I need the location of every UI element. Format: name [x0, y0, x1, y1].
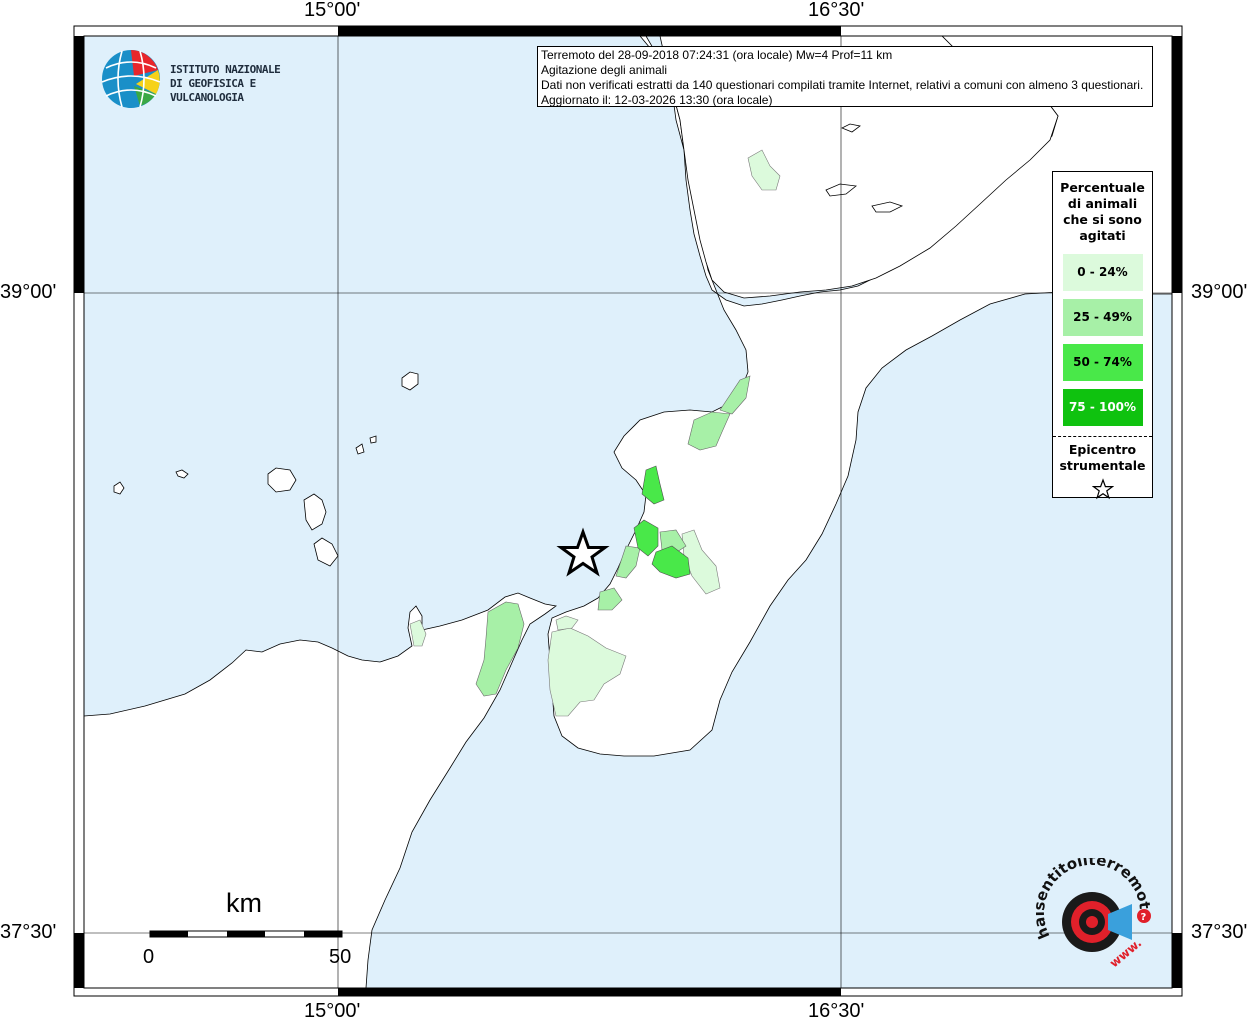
hsit-target-icon: haisentitoilterremoto.it ? www.: [1030, 844, 1154, 970]
epicenter-star-icon: [1091, 478, 1114, 500]
lon-label-top-right: 16°30': [808, 0, 865, 21]
legend-item-0-24: 0 - 24%: [1062, 254, 1143, 291]
scale-unit: km: [226, 888, 262, 918]
logo-line2: DI GEOFISICA E VULCANOLOGIA: [170, 77, 256, 104]
lat-label-left-top: 39°00': [0, 281, 57, 303]
ingv-logo: ISTITUTO NAZIONALE DI GEOFISICA E VULCAN…: [100, 48, 320, 110]
lat-label-right-top: 39°00': [1191, 281, 1248, 303]
hsit-logo: haisentitoilterremoto.it ? www.: [1030, 844, 1158, 980]
ingv-globe-icon: [101, 50, 161, 108]
lat-label-left-bottom: 37°30': [0, 921, 57, 943]
info-event: Terremoto del 28-09-2018 07:24:31 (ora l…: [541, 48, 893, 62]
svg-text:?: ?: [1141, 912, 1147, 923]
info-box: Terremoto del 28-09-2018 07:24:31 (ora l…: [537, 46, 1153, 107]
scale-end-label: 50: [329, 946, 352, 968]
scale-start-label: 0: [143, 946, 155, 968]
info-note: Dati non verificati estratti da 140 ques…: [541, 78, 1144, 92]
legend-item-50-74: 50 - 74%: [1062, 344, 1143, 381]
lon-label-bottom-right: 16°30': [808, 1000, 865, 1022]
legend-divider: [1053, 436, 1152, 437]
lat-label-right-bottom: 37°30': [1191, 921, 1248, 943]
legend-title: Percentuale di animali che si sono agita…: [1060, 180, 1145, 243]
legend: Percentuale di animali che si sono agita…: [1052, 171, 1153, 500]
lon-label-bottom-left: 15°00': [304, 1000, 361, 1022]
legend-item-25-49: 25 - 49%: [1062, 299, 1143, 336]
info-subject: Agitazione degli animali: [541, 63, 668, 77]
scale-bar: [149, 930, 343, 938]
legend-epicenter-label: Epicentro strumentale: [1059, 442, 1146, 473]
info-updated: Aggiornato il: 12-03-2026 13:30 (ora loc…: [541, 93, 773, 107]
logo-line1: ISTITUTO NAZIONALE: [170, 63, 281, 76]
legend-item-75-100: 75 - 100%: [1062, 389, 1143, 426]
lon-label-top-left: 15°00': [304, 0, 361, 21]
